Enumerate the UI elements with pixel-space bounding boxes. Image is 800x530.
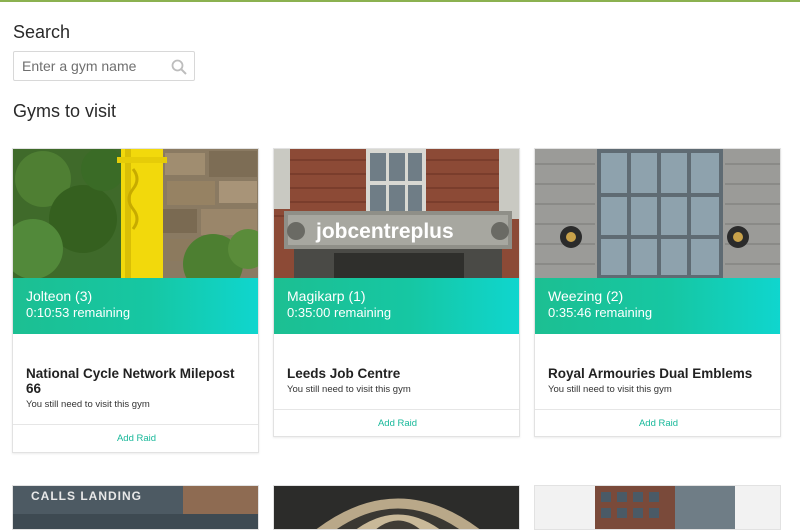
add-raid-button[interactable]: Add Raid xyxy=(274,418,519,429)
gym-photo xyxy=(274,486,519,529)
raid-timer: 0:35:00 remaining xyxy=(287,305,392,320)
gym-card: Jolteon (3) 0:10:53 remaining National C… xyxy=(12,148,259,453)
gym-photo: CALLS LANDING xyxy=(13,486,258,529)
raid-banner: Jolteon (3) 0:10:53 remaining xyxy=(13,278,258,334)
gym-name: Royal Armouries Dual Emblems xyxy=(548,366,753,381)
gym-photo xyxy=(535,486,780,529)
add-raid-button[interactable]: Add Raid xyxy=(13,433,258,444)
gym-name: National Cycle Network Milepost 66 xyxy=(26,366,235,396)
card-divider xyxy=(274,409,519,410)
gym-card: CALLS LANDING xyxy=(12,485,259,530)
visit-status: You still need to visit this gym xyxy=(287,384,411,395)
visit-status: You still need to visit this gym xyxy=(548,384,672,395)
search-icon[interactable] xyxy=(171,59,187,75)
gym-card: jobcentreplus Magikarp (1) 0:35:00 remai… xyxy=(273,148,520,437)
visit-status: You still need to visit this gym xyxy=(26,399,150,410)
raid-pokemon: Weezing (2) xyxy=(548,288,624,304)
gym-name: Leeds Job Centre xyxy=(287,366,401,381)
gym-photo xyxy=(13,149,258,278)
gym-card xyxy=(273,485,520,530)
search-input[interactable] xyxy=(14,52,172,80)
card-divider xyxy=(13,424,258,425)
gym-photo: jobcentreplus xyxy=(274,149,519,278)
add-raid-button[interactable]: Add Raid xyxy=(535,418,780,429)
card-divider xyxy=(535,409,780,410)
jobcentre-sign-text: jobcentreplus xyxy=(315,220,454,243)
gym-card: Weezing (2) 0:35:46 remaining Royal Armo… xyxy=(534,148,781,437)
search-box[interactable] xyxy=(13,51,195,81)
top-accent-line xyxy=(0,0,800,2)
calls-landing-sign-text: CALLS LANDING xyxy=(31,489,142,503)
gyms-heading: Gyms to visit xyxy=(13,101,117,121)
raid-timer: 0:10:53 remaining xyxy=(26,305,131,320)
raid-pokemon: Jolteon (3) xyxy=(26,288,93,304)
gym-photo xyxy=(535,149,780,278)
gym-card xyxy=(534,485,781,530)
raid-banner: Weezing (2) 0:35:46 remaining xyxy=(535,278,780,334)
raid-banner: Magikarp (1) 0:35:00 remaining xyxy=(274,278,519,334)
search-heading: Search xyxy=(13,22,71,42)
raid-pokemon: Magikarp (1) xyxy=(287,288,366,304)
raid-timer: 0:35:46 remaining xyxy=(548,305,653,320)
